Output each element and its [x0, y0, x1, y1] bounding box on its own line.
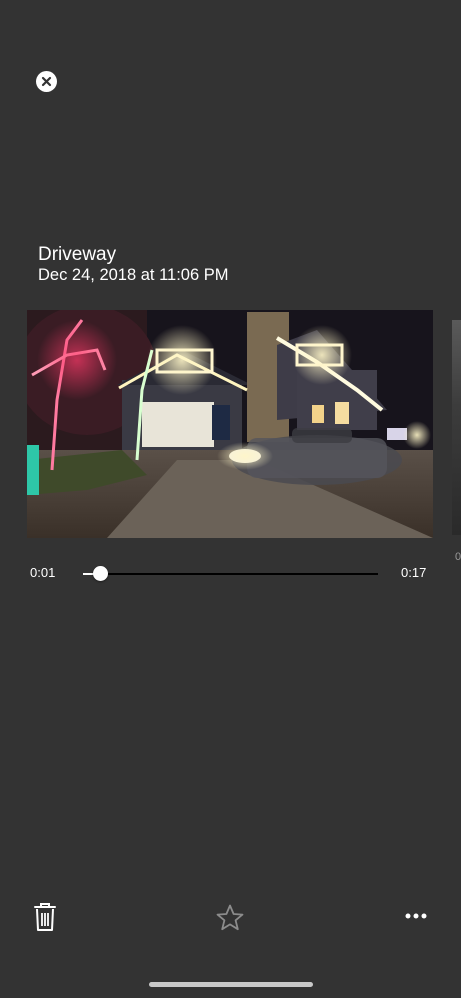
more-icon: [405, 913, 427, 919]
scrubber-track[interactable]: [83, 573, 378, 575]
more-button[interactable]: [401, 906, 431, 926]
delete-button[interactable]: [30, 900, 60, 934]
scrubber-handle[interactable]: [93, 566, 109, 581]
next-clip-preview[interactable]: [452, 320, 461, 535]
clip-timestamp: Dec 24, 2018 at 11:06 PM: [38, 266, 229, 284]
video-player[interactable]: [27, 310, 433, 538]
trash-icon: [33, 902, 57, 932]
next-clip-time: 0: [455, 551, 461, 563]
video-frame: [27, 310, 433, 538]
close-icon: [41, 76, 52, 87]
favorite-button[interactable]: [214, 902, 246, 932]
total-duration: 0:17: [401, 565, 427, 580]
home-indicator[interactable]: [149, 982, 313, 987]
clip-title: Driveway: [38, 244, 117, 265]
star-icon: [216, 904, 244, 931]
elapsed-time: 0:01: [30, 565, 56, 580]
close-button[interactable]: [36, 71, 57, 92]
